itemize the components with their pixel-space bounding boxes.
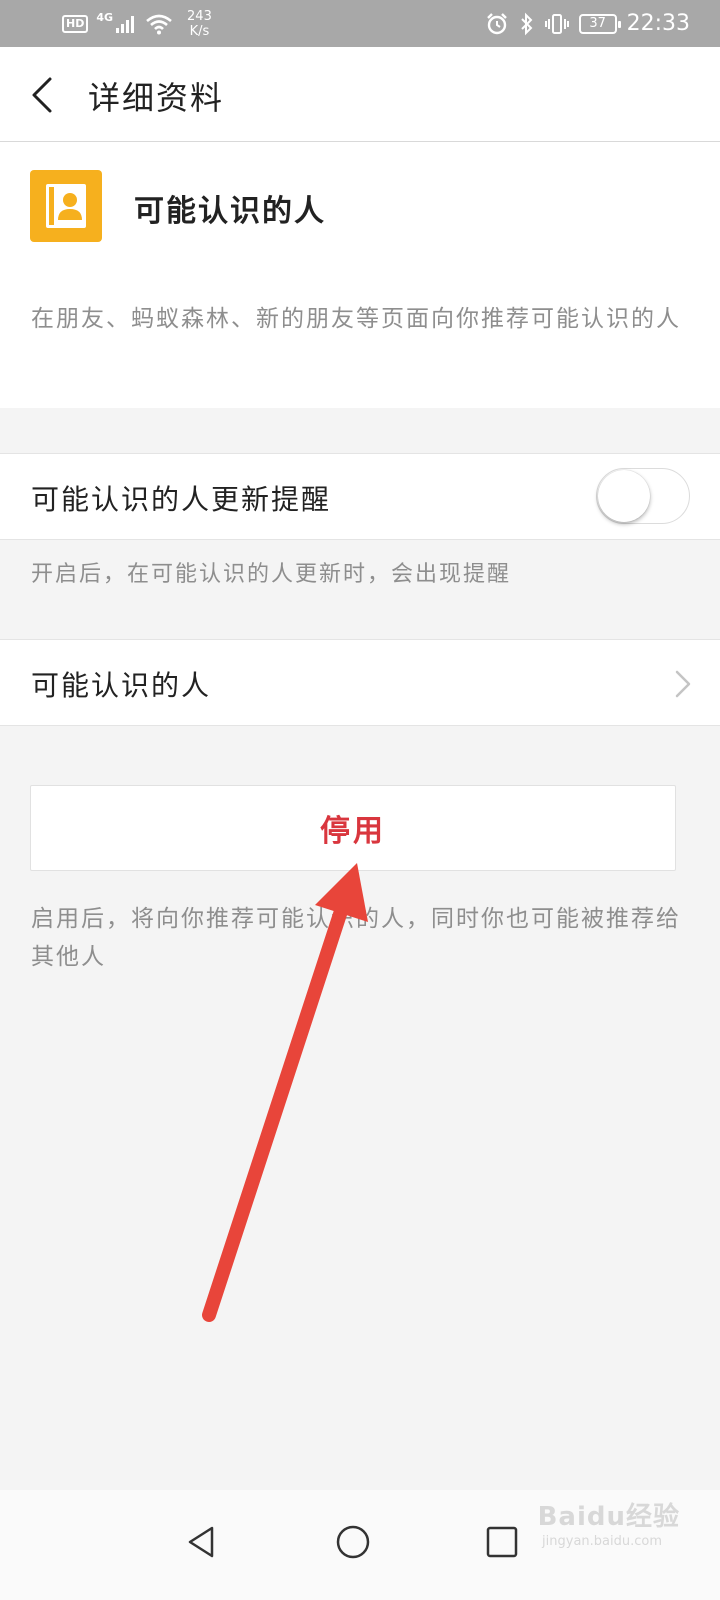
status-bar: HD 4G 243 K/s 37 22:33 [0,0,720,47]
chevron-right-icon [675,670,691,698]
nav-back-button[interactable] [170,1510,234,1574]
reminder-label: 可能认识的人更新提醒 [31,483,332,516]
contacts-icon [30,170,102,242]
status-time: 22:33 [626,11,690,36]
signal-icon [116,15,135,33]
disable-button[interactable]: 停用 [30,785,676,871]
status-left: HD 4G 243 K/s [62,0,212,47]
feature-title: 可能认识的人 [134,194,326,229]
network-speed-value: 243 [187,8,212,24]
feature-info-card: 可能认识的人 在朋友、蚂蚁森林、新的朋友等页面向你推荐可能认识的人 [0,142,720,408]
nav-home-icon [336,1525,370,1559]
reminder-setting-row[interactable]: 可能认识的人更新提醒 [0,453,720,540]
nav-home-button[interactable] [321,1510,385,1574]
reminder-toggle[interactable] [596,468,690,524]
app-header: 详细资料 [0,47,720,142]
reminder-hint: 开启后，在可能认识的人更新时，会出现提醒 [31,562,512,587]
feature-description: 在朋友、蚂蚁森林、新的朋友等页面向你推荐可能认识的人 [31,306,681,332]
bluetooth-icon [520,12,533,35]
nav-recents-button[interactable] [470,1510,534,1574]
people-you-may-know-row[interactable]: 可能认识的人 [0,639,720,726]
battery-indicator: 37 [578,13,621,34]
toggle-knob [598,470,650,522]
baidu-watermark-url: jingyan.baidu.com [542,1534,662,1549]
nav-recents-icon [486,1526,518,1558]
network-speed-unit: K/s [189,23,210,39]
wifi-icon [146,14,172,34]
alarm-icon [486,12,507,34]
vibrate-icon [544,13,569,34]
page-title: 详细资料 [88,79,225,117]
network-speed: 243 K/s [187,9,212,39]
network-type: 4G [96,11,114,24]
status-right: 37 22:33 [485,0,690,47]
baidu-watermark: Baidu经验 [537,1502,680,1532]
disable-hint: 启用后，将向你推荐可能认识的人，同时你也可能被推荐给其他人 [31,906,681,970]
nav-back-icon [188,1526,214,1558]
hd-badge: HD [62,14,89,33]
back-arrow-icon [32,77,52,113]
back-button[interactable] [24,71,64,119]
disable-label: 停用 [320,814,386,849]
people-label: 可能认识的人 [31,669,212,702]
